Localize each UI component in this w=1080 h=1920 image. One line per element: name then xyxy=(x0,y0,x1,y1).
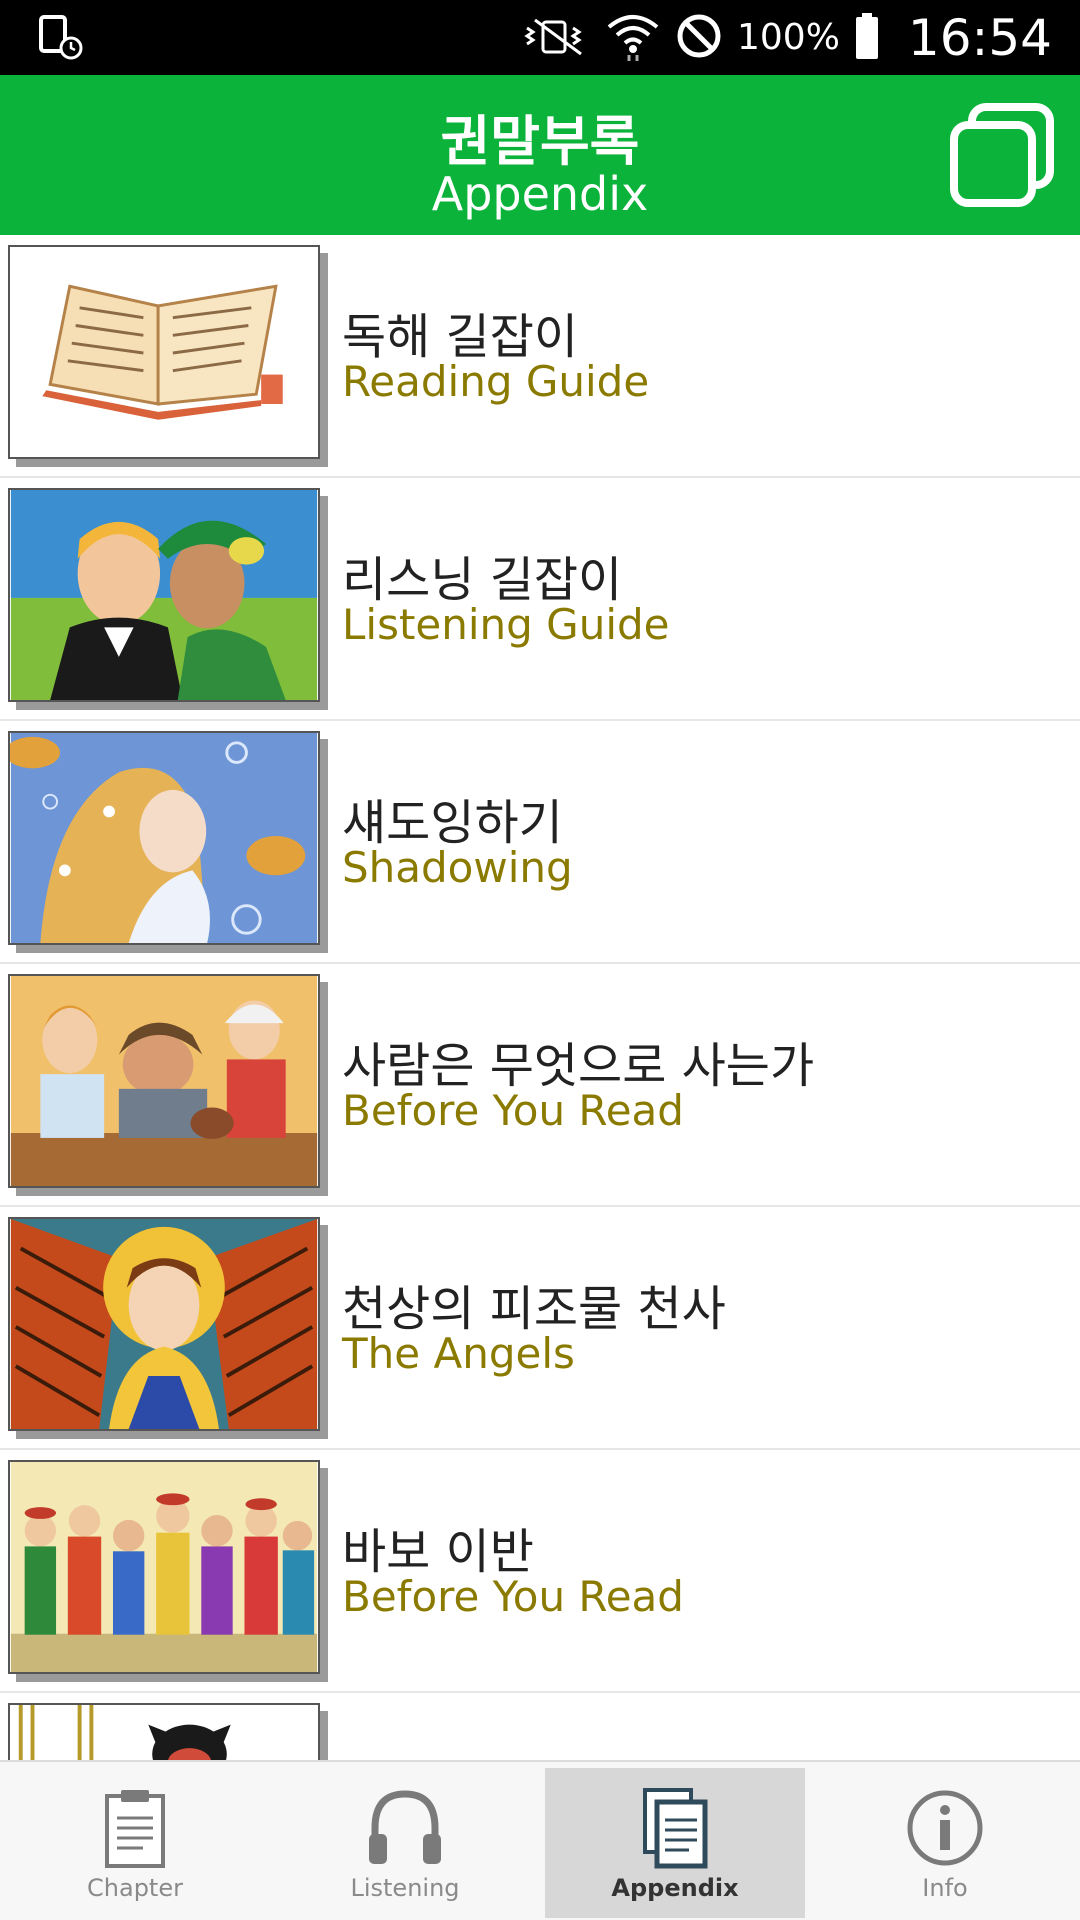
app-bar: 권말부록 Appendix xyxy=(0,75,1080,235)
page-title-english: Appendix xyxy=(431,167,649,221)
list-item-before-you-read-1[interactable]: 사람은 무엇으로 사는가 Before You Read xyxy=(0,964,1080,1207)
tab-appendix[interactable]: Appendix xyxy=(545,1768,805,1918)
shoemaker-image xyxy=(8,974,320,1188)
page-title-korean: 권말부록 xyxy=(440,110,640,173)
battery-percent: 100% xyxy=(736,17,840,58)
two-boys-image xyxy=(8,488,320,702)
tab-chapter-label: Chapter xyxy=(87,1874,183,1902)
item-title-english: Before You Read xyxy=(342,1572,684,1621)
status-bar: 100% 16:54 xyxy=(0,0,1080,75)
stained-glass-angel-image xyxy=(8,1217,320,1431)
copy-icon xyxy=(950,103,1054,207)
tab-appendix-label: Appendix xyxy=(611,1874,739,1902)
list-item-listening-guide[interactable]: 리스닝 길잡이 Listening Guide xyxy=(0,478,1080,721)
wifi-icon xyxy=(605,11,661,65)
copy-button[interactable] xyxy=(946,99,1058,211)
tab-info-label: Info xyxy=(922,1874,968,1902)
appendix-list[interactable]: 독해 길잡이 Reading Guide 리스닝 길잡이 Listening G… xyxy=(0,235,1080,1760)
list-item-the-angels[interactable]: 천상의 피조물 천사 The Angels xyxy=(0,1207,1080,1450)
do-not-disturb-icon xyxy=(675,12,723,64)
vibrate-mute-icon xyxy=(521,16,591,60)
tab-listening[interactable]: Listening xyxy=(275,1768,535,1918)
clipboard-icon xyxy=(95,1786,175,1870)
tab-chapter[interactable]: Chapter xyxy=(5,1768,265,1918)
item-title-english: Reading Guide xyxy=(342,357,650,406)
tab-info[interactable]: Info xyxy=(815,1768,1075,1918)
screenshot-clock-icon xyxy=(38,14,84,60)
headphones-icon xyxy=(365,1786,445,1870)
info-icon xyxy=(905,1786,985,1870)
documents-icon xyxy=(635,1786,715,1870)
list-item-shadowing[interactable]: 섀도잉하기 Shadowing xyxy=(0,721,1080,964)
item-title-english: Listening Guide xyxy=(342,600,670,649)
item-title-english: The Angels xyxy=(342,1329,575,1378)
tab-listening-label: Listening xyxy=(350,1874,460,1902)
item-title-english: Shadowing xyxy=(342,843,573,892)
list-item-before-you-read-2[interactable]: 바보 이반 Before You Read xyxy=(0,1450,1080,1693)
list-item-reading-guide[interactable]: 독해 길잡이 Reading Guide xyxy=(0,235,1080,478)
bottom-navigation: Chapter Listening Appendix Info xyxy=(0,1760,1080,1920)
status-time: 16:54 xyxy=(907,8,1052,67)
devil-image xyxy=(8,1703,320,1760)
crowd-of-villagers-image xyxy=(8,1460,320,1674)
mermaid-image xyxy=(8,731,320,945)
open-book-image xyxy=(8,245,320,459)
item-title-english: Before You Read xyxy=(342,1086,684,1135)
list-item-partial[interactable] xyxy=(0,1693,1080,1760)
battery-icon xyxy=(854,11,880,65)
